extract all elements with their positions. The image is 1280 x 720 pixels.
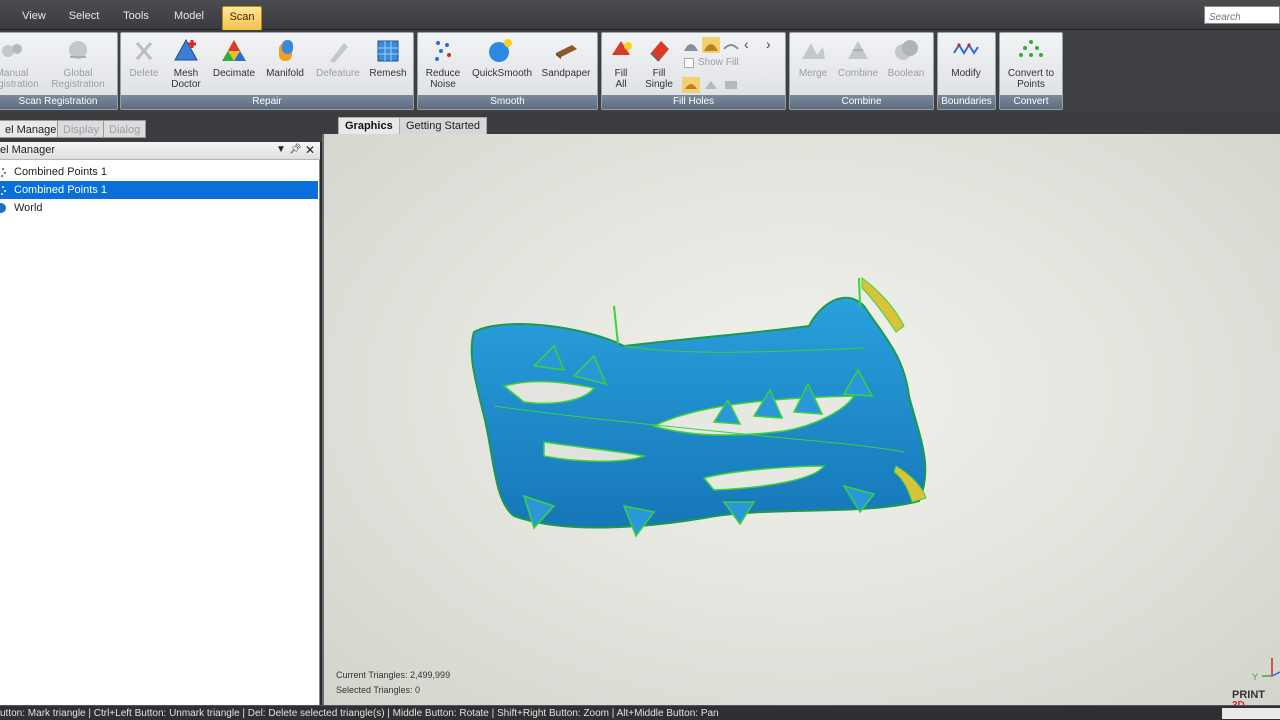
- print3d-watermark: PRINT 3D: [1232, 689, 1265, 706]
- modify-icon: [953, 43, 979, 55]
- fill-type-3-icon[interactable]: [722, 37, 740, 53]
- tab-dialog[interactable]: Dialog: [103, 120, 147, 138]
- tree-item-combined-points-1-selected[interactable]: Combined Points 1: [0, 181, 318, 199]
- selected-triangles-readout: Selected Triangles: 0: [336, 685, 421, 695]
- delete-icon: [135, 42, 153, 60]
- fill-single-icon: [650, 41, 669, 62]
- ribbon-group-combine: Merge Combine Boolean Combine: [789, 32, 934, 110]
- search-box[interactable]: [1204, 6, 1280, 26]
- search-input[interactable]: [1205, 9, 1279, 26]
- mesh-doctor-button[interactable]: Mesh Doctor: [159, 37, 213, 93]
- globe-icon: [0, 203, 6, 213]
- viewport-tab-strip: Graphics Getting Started: [322, 112, 1280, 134]
- fill-type-2-icon[interactable]: [702, 37, 720, 53]
- points-icon: [1, 186, 6, 195]
- menu-tab-scan[interactable]: Scan: [222, 6, 262, 30]
- panel-tab-strip: el Manager Display Dialog: [0, 112, 322, 142]
- status-hint-text: utton: Mark triangle | Ctrl+Left Button:…: [0, 708, 719, 719]
- combine-button[interactable]: Combine: [831, 37, 885, 93]
- model-manager-panel: el Manager ▼ 📌︎ ✕ Combined Points 1 Comb…: [0, 142, 320, 705]
- decimate-button[interactable]: Decimate: [207, 37, 261, 93]
- global-registration-icon: [69, 41, 87, 59]
- graphics-viewport[interactable]: Current Triangles: 2,499,999 Selected Tr…: [322, 134, 1280, 705]
- manifold-button[interactable]: Manifold: [258, 37, 312, 93]
- manifold-icon: [279, 40, 293, 61]
- fill-all-icon: [612, 41, 632, 55]
- group-label: Repair: [121, 95, 413, 109]
- points-icon: [1, 168, 6, 177]
- status-right-box: [1222, 708, 1280, 719]
- dropdown-arrow-icon[interactable]: ▼: [275, 144, 287, 156]
- close-icon[interactable]: ✕: [304, 144, 316, 156]
- boolean-icon: [895, 40, 918, 60]
- manual-registration-button[interactable]: Manual Registration: [0, 37, 39, 93]
- fill-type-1-icon[interactable]: [682, 37, 700, 53]
- status-bar: utton: Mark triangle | Ctrl+Left Button:…: [0, 705, 1280, 720]
- mesh-doctor-icon: [174, 38, 198, 61]
- menu-tab-tools[interactable]: Tools: [116, 6, 156, 26]
- axis-triad-icon: Y: [1252, 658, 1280, 682]
- next-hole-icon[interactable]: ›: [766, 36, 784, 52]
- sandpaper-icon: [556, 45, 577, 59]
- menu-tab-view[interactable]: View: [16, 6, 52, 26]
- tab-graphics[interactable]: Graphics: [338, 117, 400, 134]
- pin-icon[interactable]: 📌︎: [289, 144, 302, 156]
- fill-mode-flat-icon[interactable]: [722, 77, 740, 93]
- menu-tab-model[interactable]: Model: [168, 6, 210, 26]
- sandpaper-button[interactable]: Sandpaper: [538, 37, 594, 93]
- group-label: Boundaries: [938, 95, 995, 109]
- fill-single-button[interactable]: Fill Single: [632, 37, 686, 93]
- group-label: Convert: [1000, 95, 1062, 109]
- current-triangles-readout: Current Triangles: 2,499,999: [336, 670, 451, 680]
- quicksmooth-icon: [489, 39, 512, 62]
- ribbon-group-convert: Convert to Points Convert: [999, 32, 1063, 110]
- group-label: Scan Registration: [0, 95, 117, 109]
- menu-tab-select[interactable]: Select: [64, 6, 104, 26]
- merge-icon: [802, 43, 825, 59]
- group-label: Fill Holes: [602, 95, 785, 109]
- show-fill-checkbox[interactable]: [684, 58, 694, 68]
- fill-mode-tangent-icon[interactable]: [682, 77, 700, 93]
- tab-display[interactable]: Display: [57, 120, 106, 138]
- manual-registration-icon: [2, 44, 22, 57]
- quicksmooth-button[interactable]: QuickSmooth: [472, 37, 532, 93]
- group-label: Combine: [790, 95, 933, 109]
- menu-bar: View Select Tools Model Scan: [0, 0, 1280, 30]
- ribbon-group-fill-holes: Fill All Fill Single ‹ › Show Fill Fill …: [601, 32, 786, 110]
- defeature-icon: [330, 43, 348, 63]
- global-registration-button[interactable]: Global Registration: [51, 37, 105, 93]
- panel-header: el Manager ▼ 📌︎ ✕: [0, 142, 320, 160]
- reduce-noise-button[interactable]: Reduce Noise: [416, 37, 470, 93]
- modify-button[interactable]: Modify: [939, 37, 993, 93]
- ribbon-group-repair: Delete Mesh Doctor Decimate Manifold Def…: [120, 32, 414, 110]
- previous-hole-icon[interactable]: ‹: [744, 36, 762, 52]
- ribbon-group-boundaries: Modify Boundaries: [937, 32, 996, 110]
- panel-title: el Manager: [0, 144, 56, 156]
- boolean-button[interactable]: Boolean: [879, 37, 933, 93]
- reduce-noise-icon: [435, 41, 451, 61]
- show-fill-label: Show Fill: [698, 57, 739, 68]
- ribbon-group-scan-registration: Manual Registration Global Registration …: [0, 32, 118, 110]
- remesh-icon: [377, 40, 399, 62]
- axis-y-label: Y: [1252, 672, 1258, 682]
- tab-getting-started[interactable]: Getting Started: [399, 117, 487, 134]
- defeature-button[interactable]: Defeature: [311, 37, 365, 93]
- tree-item-world[interactable]: World: [0, 199, 318, 217]
- convert-to-points-icon: [1019, 40, 1043, 57]
- convert-to-points-button[interactable]: Convert to Points: [998, 37, 1064, 93]
- tree-item-combined-points-1[interactable]: Combined Points 1: [0, 163, 318, 181]
- scanned-bumper-mesh[interactable]: [464, 266, 944, 546]
- app-window: View Select Tools Model Scan Manual Regi…: [0, 0, 1280, 720]
- combine-icon: [848, 41, 868, 59]
- remesh-button[interactable]: Remesh: [361, 37, 415, 93]
- ribbon-group-smooth: Reduce Noise QuickSmooth Sandpaper Smoot…: [417, 32, 598, 110]
- group-label: Smooth: [418, 95, 597, 109]
- fill-mode-curvature-icon[interactable]: [702, 77, 720, 93]
- decimate-icon: [222, 40, 246, 61]
- ribbon: Manual Registration Global Registration …: [0, 30, 1280, 112]
